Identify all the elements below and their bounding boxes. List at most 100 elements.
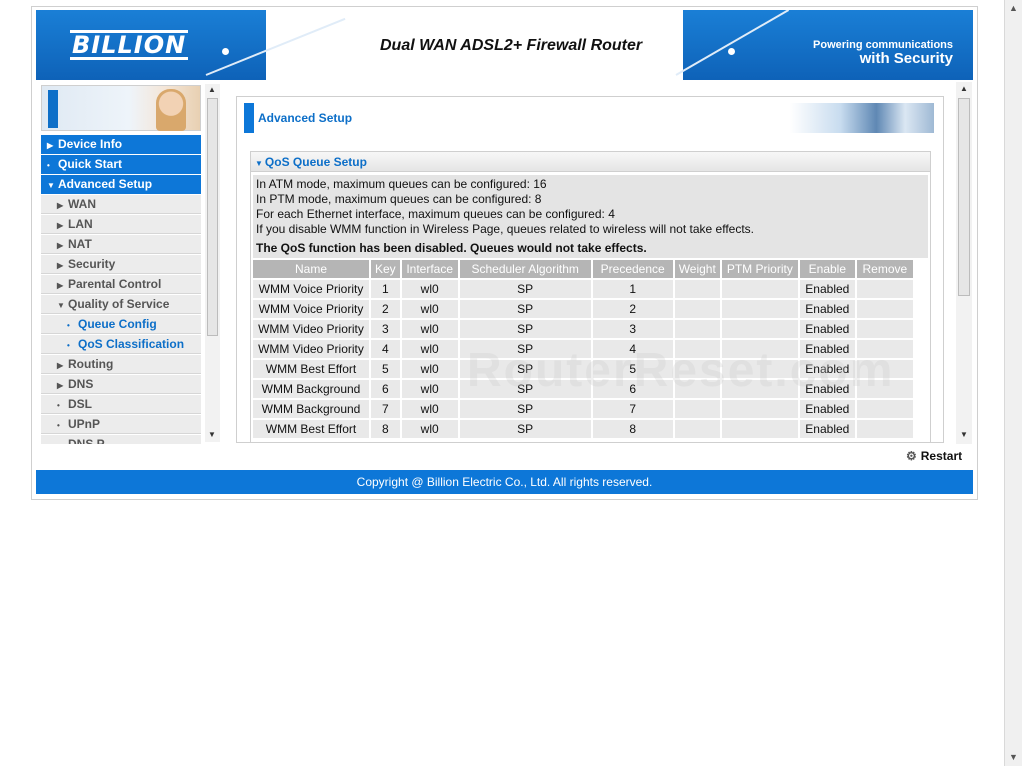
queue-table: Name Key Interface Scheduler Algorithm Prece… bbox=[251, 258, 915, 440]
info-line: For each Ethernet interface, maximum que… bbox=[256, 207, 615, 221]
header-dot bbox=[222, 48, 229, 55]
menu-item-quality-of-service[interactable]: ▼ Quality of Service bbox=[41, 295, 201, 314]
table-cell: WMM Video Priority bbox=[253, 340, 369, 358]
table-cell bbox=[721, 420, 798, 438]
restart-button[interactable]: ⚙ Restart bbox=[906, 449, 962, 463]
table-cell: 4 bbox=[371, 340, 400, 358]
table-cell: Enabled bbox=[799, 300, 855, 318]
table-cell bbox=[856, 300, 913, 318]
menu-item-dsl[interactable]: • DSL bbox=[41, 395, 201, 414]
table-cell: 1 bbox=[371, 280, 400, 298]
menu-item-nat[interactable]: ▶ NAT bbox=[41, 235, 201, 254]
table-cell: 7 bbox=[371, 400, 400, 418]
table-cell: SP bbox=[459, 340, 591, 358]
table-cell: SP bbox=[459, 320, 591, 338]
column-header: Weight bbox=[674, 260, 720, 278]
table-cell: 3 bbox=[592, 320, 673, 338]
table-cell bbox=[721, 300, 798, 318]
header-banner: BILLION Dual WAN ADSL2+ Firewall Router … bbox=[36, 10, 973, 80]
menu-item-label: Parental Control bbox=[68, 277, 162, 291]
table-cell: Enabled bbox=[799, 320, 855, 338]
menu-item-routing[interactable]: ▶ Routing bbox=[41, 355, 201, 374]
table-cell bbox=[721, 320, 798, 338]
column-header: Interface bbox=[401, 260, 458, 278]
column-header: PTM Priority bbox=[721, 260, 798, 278]
table-cell bbox=[721, 280, 798, 298]
menu-item-device-info[interactable]: ▶ Device Info bbox=[41, 135, 201, 154]
table-row: WMM Background 6 wl0 SP 6 Enabled bbox=[253, 380, 913, 398]
table-cell: WMM Best Effort bbox=[253, 360, 369, 378]
content-scroll-thumb[interactable] bbox=[958, 98, 970, 296]
billion-logo: BILLION bbox=[70, 30, 189, 60]
collapsed-arrow-icon: ▶ bbox=[57, 261, 64, 270]
collapsed-arrow-icon: ▶ bbox=[57, 381, 64, 390]
content-scrollbar[interactable]: ▲ ▼ bbox=[956, 82, 972, 444]
menu-item-label: NAT bbox=[68, 237, 92, 251]
table-cell: 6 bbox=[371, 380, 400, 398]
scroll-down-arrow-icon[interactable]: ▼ bbox=[960, 430, 968, 439]
table-cell bbox=[856, 340, 913, 358]
qos-queue-header[interactable]: ▼ QoS Queue Setup bbox=[251, 152, 930, 172]
menu-item-label: Queue Config bbox=[78, 317, 157, 331]
collapsed-arrow-icon: ▶ bbox=[57, 221, 64, 230]
table-row: WMM Voice Priority 2 wl0 SP 2 Enabled bbox=[253, 300, 913, 318]
menu-item-advanced-setup[interactable]: ▼ Advanced Setup bbox=[41, 175, 201, 194]
collapsed-arrow-icon: ▶ bbox=[57, 241, 64, 250]
menu-item-lan[interactable]: ▶ LAN bbox=[41, 215, 201, 234]
table-row: WMM Best Effort 5 wl0 SP 5 Enabled bbox=[253, 360, 913, 378]
menu-item-dns-p[interactable]: •DNS P bbox=[41, 435, 201, 444]
scroll-up-arrow-icon[interactable]: ▲ bbox=[1009, 3, 1018, 13]
table-cell bbox=[674, 280, 720, 298]
window-scrollbar[interactable]: ▲ ▼ bbox=[1004, 0, 1022, 766]
table-cell bbox=[856, 420, 913, 438]
table-cell: Enabled bbox=[799, 420, 855, 438]
table-cell: 8 bbox=[371, 420, 400, 438]
scroll-up-arrow-icon[interactable]: ▲ bbox=[960, 84, 968, 93]
bullet-icon: • bbox=[57, 401, 60, 410]
scroll-down-arrow-icon[interactable]: ▼ bbox=[208, 430, 216, 439]
table-cell: Enabled bbox=[799, 280, 855, 298]
info-line: In PTM mode, maximum queues can be confi… bbox=[256, 192, 542, 206]
menu-item-quick-start[interactable]: • Quick Start bbox=[41, 155, 201, 174]
menu-item-label: Routing bbox=[68, 357, 114, 371]
table-cell: WMM Voice Priority bbox=[253, 300, 369, 318]
column-header: Enable bbox=[799, 260, 855, 278]
table-cell: WMM Background bbox=[253, 400, 369, 418]
table-cell bbox=[721, 380, 798, 398]
menu-item-dns[interactable]: ▶ DNS bbox=[41, 375, 201, 394]
menu-scroll-thumb[interactable] bbox=[207, 98, 218, 336]
info-line: In ATM mode, maximum queues can be confi… bbox=[256, 177, 547, 191]
menu-scrollbar[interactable]: ▲ ▼ bbox=[205, 84, 220, 442]
table-row: WMM Best Effort 8 wl0 SP 8 Enabled bbox=[253, 420, 913, 438]
table-cell: SP bbox=[459, 360, 591, 378]
menu-item-parental-control[interactable]: ▶ Parental Control bbox=[41, 275, 201, 294]
scroll-down-arrow-icon[interactable]: ▼ bbox=[1009, 752, 1018, 762]
column-header: Precedence bbox=[592, 260, 673, 278]
section-header: Advanced Setup bbox=[244, 103, 934, 133]
table-cell bbox=[674, 400, 720, 418]
table-cell bbox=[856, 400, 913, 418]
menu-item-queue-config[interactable]: • Queue Config bbox=[41, 315, 201, 334]
menu-item-label: Advanced Setup bbox=[58, 177, 153, 191]
table-row: WMM Background 7 wl0 SP 7 Enabled bbox=[253, 400, 913, 418]
table-cell: Enabled bbox=[799, 360, 855, 378]
table-cell: SP bbox=[459, 300, 591, 318]
collapsed-arrow-icon: ▶ bbox=[47, 141, 54, 150]
menu-item-qos-classification[interactable]: • QoS Classification bbox=[41, 335, 201, 354]
column-header: Remove bbox=[856, 260, 913, 278]
menu-item-wan[interactable]: ▶ WAN bbox=[41, 195, 201, 214]
menu-item-security[interactable]: ▶ Security bbox=[41, 255, 201, 274]
table-cell: SP bbox=[459, 380, 591, 398]
scroll-up-arrow-icon[interactable]: ▲ bbox=[208, 85, 216, 94]
expanded-arrow-icon: ▼ bbox=[57, 301, 65, 310]
table-cell bbox=[721, 400, 798, 418]
queue-table-header: Name Key Interface Scheduler Algorithm Prece… bbox=[253, 260, 913, 278]
menu-item-label: LAN bbox=[68, 217, 93, 231]
woman-photo-icon bbox=[156, 89, 186, 131]
table-cell: 5 bbox=[592, 360, 673, 378]
table-cell: wl0 bbox=[401, 340, 458, 358]
menu-item-upnp[interactable]: • UPnP bbox=[41, 415, 201, 434]
queue-table-body: WMM Voice Priority 1 wl0 SP 1 Enabled WMM Voic… bbox=[253, 280, 913, 438]
table-cell bbox=[856, 280, 913, 298]
collapsed-arrow-icon: ▶ bbox=[57, 201, 64, 210]
